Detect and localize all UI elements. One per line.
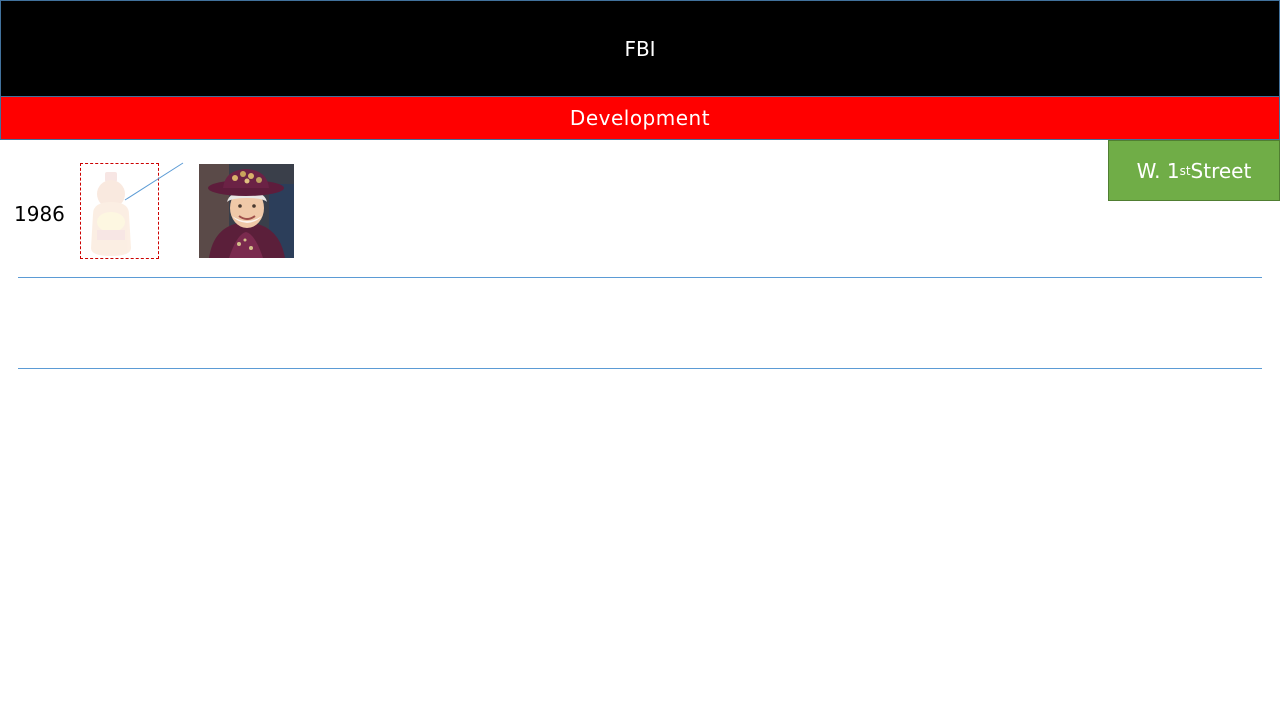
divider-line-bottom (18, 368, 1262, 369)
street-label-box: W. 1st Street (1108, 140, 1280, 201)
divider-line-top (18, 277, 1262, 278)
connector-line (124, 162, 184, 201)
street-suffix: Street (1190, 158, 1252, 183)
subtitle-banner: Development (0, 97, 1280, 140)
portrait-graphic (199, 164, 294, 258)
slide-title: FBI (624, 36, 656, 61)
street-prefix: W. 1 (1136, 158, 1180, 183)
slide-subtitle: Development (569, 106, 711, 130)
title-banner: FBI (0, 0, 1280, 97)
year-label: 1986 (14, 202, 65, 226)
woman-in-purple-hat-portrait[interactable] (199, 164, 294, 258)
slide-canvas: FBI Development W. 1st Street 1986 (0, 0, 1280, 720)
